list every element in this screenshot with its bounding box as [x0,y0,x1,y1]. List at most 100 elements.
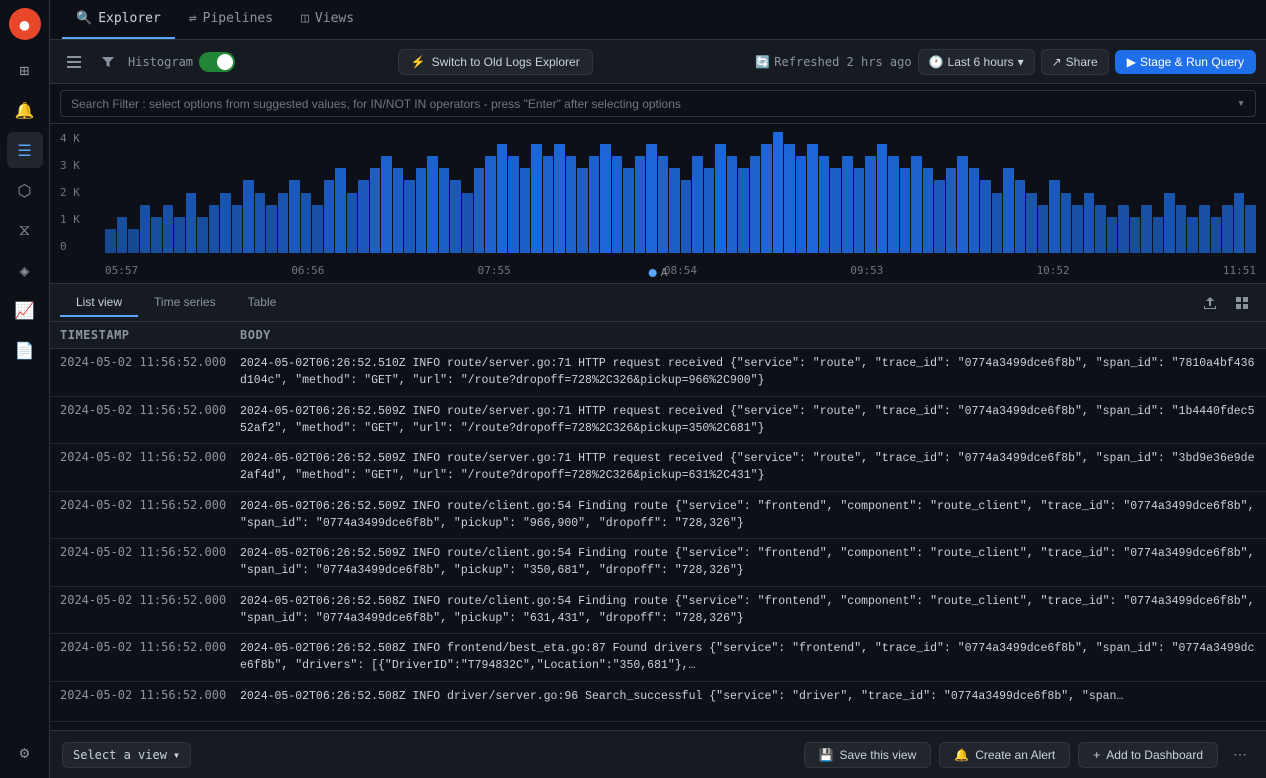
cell-timestamp: 2024-05-02 11:56:52.000 [60,353,240,369]
histogram-toggle[interactable] [199,52,235,72]
play-icon: ▶ [1127,55,1136,69]
cell-body: 2024-05-02T06:26:52.508Z INFO frontend/b… [240,638,1256,677]
histogram-bar [186,193,197,254]
chevron-down-icon: ▾ [1018,55,1024,69]
list-view-icon-btn[interactable] [60,48,88,76]
sidebar-item-analytics[interactable]: 📈 [7,292,43,328]
histogram-bar [1072,205,1083,253]
more-options-btn[interactable]: ⋯ [1226,741,1254,769]
create-alert-btn[interactable]: 🔔 Create an Alert [939,742,1070,768]
histogram-bar [370,168,381,253]
histogram-bar [877,144,888,253]
histogram-bar [761,144,772,253]
table-row[interactable]: 2024-05-02 11:56:52.0002024-05-02T06:26:… [50,587,1266,635]
switch-old-logs-btn[interactable]: ⚡ Switch to Old Logs Explorer [398,49,593,75]
histogram-bar [508,156,519,253]
plus-icon: + [1093,748,1100,762]
filter-icon-btn[interactable] [94,48,122,76]
view-tab-table[interactable]: Table [232,289,293,317]
view-tab-timeseries[interactable]: Time series [138,289,232,317]
histogram-bar [209,205,220,253]
tab-views[interactable]: ◫ Views [287,0,368,39]
histogram-bar [1153,217,1164,253]
histogram-bar [865,156,876,253]
search-bar: ▾ [50,84,1266,124]
histogram-bar [128,229,139,253]
histogram-bar [888,156,899,253]
histogram-legend: A [649,266,668,279]
histogram-bar [1118,205,1129,253]
time-range-btn[interactable]: 🕐 Last 6 hours ▾ [918,49,1035,75]
histogram-bar [957,156,968,253]
sidebar-logo[interactable]: ● [9,8,41,40]
sidebar-item-logs[interactable]: ☰ [7,132,43,168]
histogram-bar [635,156,646,253]
table-row[interactable]: 2024-05-02 11:56:52.0002024-05-02T06:26:… [50,492,1266,540]
sidebar-item-alerts[interactable]: 🔔 [7,92,43,128]
histogram-bar [600,144,611,253]
table-row[interactable]: 2024-05-02 11:56:52.0002024-05-02T06:26:… [50,397,1266,445]
cell-body: 2024-05-02T06:26:52.509Z INFO route/serv… [240,401,1256,440]
top-navigation: 🔍 Explorer ⇌ Pipelines ◫ Views [50,0,1266,40]
grid-view-icon-btn[interactable] [1228,289,1256,317]
histogram-bar [347,193,358,254]
search-input[interactable] [71,97,1231,111]
histogram-bar [554,144,565,253]
explorer-icon: 🔍 [76,11,92,26]
y-axis: 4 K 3 K 2 K 1 K 0 [60,132,100,253]
tab-explorer[interactable]: 🔍 Explorer [62,0,175,39]
histogram-bar [531,144,542,253]
share-icon: ↗ [1052,55,1062,69]
histogram-bar [1222,205,1233,253]
table-row[interactable]: 2024-05-02 11:56:52.0002024-05-02T06:26:… [50,539,1266,587]
cell-timestamp: 2024-05-02 11:56:52.000 [60,448,240,464]
cell-body: 2024-05-02T06:26:52.508Z INFO route/clie… [240,591,1256,630]
save-icon: 💾 [819,748,834,762]
export-icon-btn[interactable] [1196,289,1224,317]
x-label-2: 07:55 [478,264,511,277]
run-query-btn[interactable]: ▶ Stage & Run Query [1115,50,1256,74]
table-row[interactable]: 2024-05-02 11:56:52.0002024-05-02T06:26:… [50,634,1266,682]
log-table: Timestamp Body 2024-05-02 11:56:52.00020… [50,322,1266,730]
chart-area [105,132,1256,253]
histogram-bar [312,205,323,253]
sidebar-item-traces[interactable]: ⧖ [7,212,43,248]
clock-icon: 🕐 [929,55,944,69]
analytics-icon: 📈 [15,301,35,320]
histogram-bar [1245,205,1256,253]
view-tab-list[interactable]: List view [60,289,138,317]
histogram-bar [1164,193,1175,254]
histogram-bar [807,144,818,253]
tab-pipelines[interactable]: ⇌ Pipelines [175,0,287,39]
histogram-bar [681,180,692,253]
histogram-bar [140,205,151,253]
histogram-bar [923,168,934,253]
histogram-bar [1026,193,1037,254]
share-btn[interactable]: ↗ Share [1041,49,1109,75]
table-row[interactable]: 2024-05-02 11:56:52.0002024-05-02T06:26:… [50,444,1266,492]
logs-icon: ☰ [17,141,31,160]
view-tab-group: List view Time series Table [60,289,292,317]
sidebar-item-dashboard[interactable]: ⊞ [7,52,43,88]
cell-body: 2024-05-02T06:26:52.509Z INFO route/clie… [240,543,1256,582]
sidebar-item-settings[interactable]: ⚙ [7,734,43,770]
select-view-chevron: ▾ [173,748,180,762]
legend-label-a: A [661,266,668,279]
histogram-bar [715,144,726,253]
histogram-bar [1234,193,1245,254]
histogram-bar [450,180,461,253]
cell-timestamp: 2024-05-02 11:56:52.000 [60,543,240,559]
security-icon: ◈ [20,261,30,280]
histogram-bar [819,156,830,253]
sidebar-item-docs[interactable]: 📄 [7,332,43,368]
sidebar-item-security[interactable]: ◈ [7,252,43,288]
sidebar-item-metrics[interactable]: ⬡ [7,172,43,208]
add-dashboard-btn[interactable]: + Add to Dashboard [1078,742,1218,768]
table-row[interactable]: 2024-05-02 11:56:52.0002024-05-02T06:26:… [50,682,1266,722]
save-view-btn[interactable]: 💾 Save this view [804,742,932,768]
histogram-bar [854,168,865,253]
select-view-dropdown[interactable]: Select a view ▾ [62,742,191,768]
table-row[interactable]: 2024-05-02 11:56:52.0002024-05-02T06:26:… [50,349,1266,397]
search-chevron-icon: ▾ [1237,96,1245,111]
histogram-bar [1084,193,1095,254]
